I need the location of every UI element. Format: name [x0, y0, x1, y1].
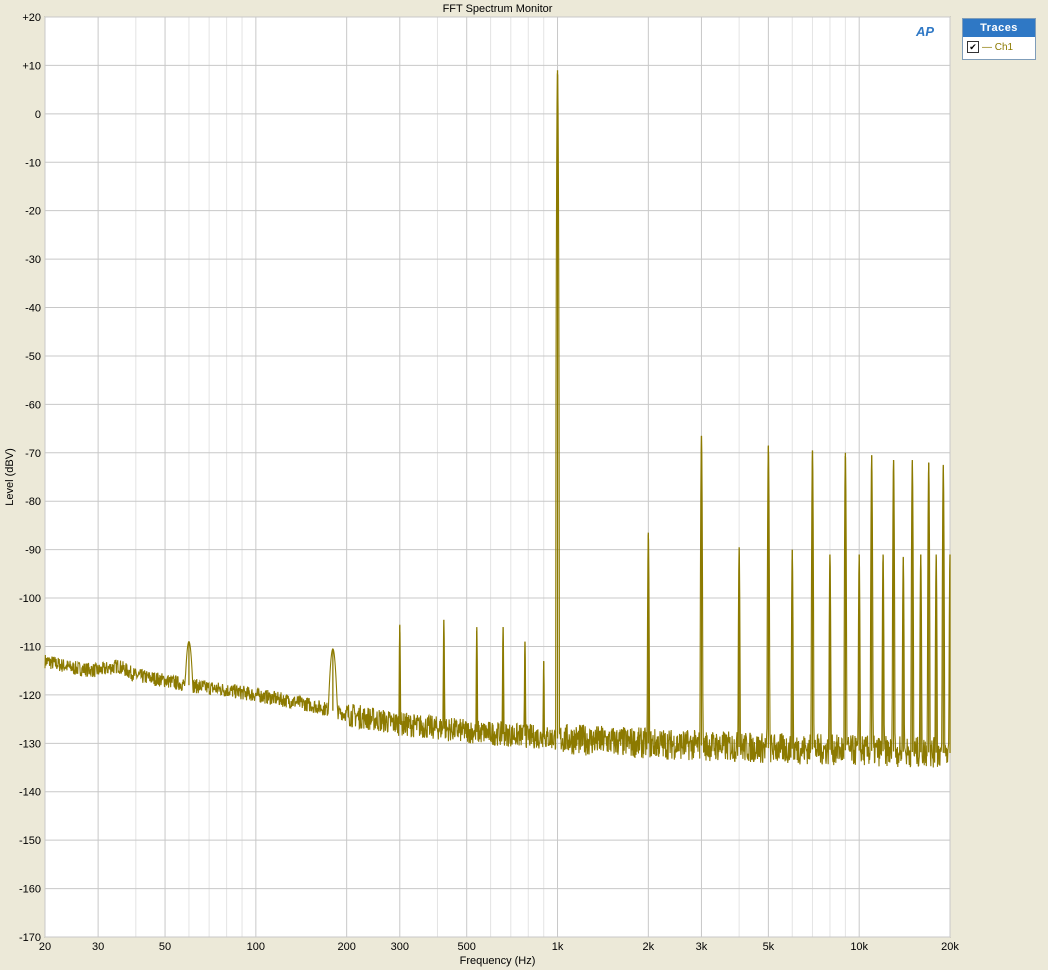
- x-tick-label: 200: [337, 941, 355, 953]
- traces-legend: Traces ✔ — Ch1: [962, 18, 1036, 60]
- y-tick-label: -90: [25, 545, 41, 557]
- y-tick-label: -100: [19, 593, 41, 605]
- legend-item-label: — Ch1: [982, 41, 1014, 53]
- plot-area: [44, 16, 951, 938]
- y-tick-label: -140: [19, 787, 41, 799]
- y-tick-label: -30: [25, 254, 41, 266]
- legend-header: Traces: [963, 19, 1035, 37]
- x-tick-label: 20: [39, 941, 51, 953]
- y-tick-label: -10: [25, 157, 41, 169]
- y-tick-label: +20: [22, 12, 41, 24]
- y-tick-label: -110: [20, 641, 41, 653]
- x-tick-label: 50: [159, 941, 171, 953]
- y-tick-label: 0: [35, 109, 41, 121]
- legend-item-ch1[interactable]: ✔ — Ch1: [963, 37, 1035, 57]
- x-tick-label: 10k: [850, 941, 868, 953]
- x-tick-label: 100: [247, 941, 265, 953]
- x-tick-label: 3k: [696, 941, 708, 953]
- chart-title: FFT Spectrum Monitor: [443, 3, 553, 15]
- y-tick-label: -40: [25, 303, 41, 315]
- y-tick-label: -70: [25, 448, 41, 460]
- ch1-checkbox[interactable]: ✔: [967, 41, 979, 53]
- x-tick-label: 500: [458, 941, 476, 953]
- y-axis-label: Level (dBV): [4, 448, 16, 505]
- y-tick-label: -80: [25, 496, 41, 508]
- chart-window: +20 +10 0 -10 -20 -30 -40 -50 -60 -70 -80 -90 -100 -1…: [0, 0, 1048, 970]
- y-tick-label: -130: [19, 738, 41, 750]
- y-tick-label: -160: [19, 884, 41, 896]
- y-tick-label: -20: [25, 206, 41, 218]
- y-tick-label: +10: [22, 60, 41, 72]
- fft-chart: +20 +10 0 -10 -20 -30 -40 -50 -60 -70 -80 -90 -100 -1…: [4, 3, 959, 967]
- y-tick-label: -170: [19, 932, 41, 944]
- y-tick-label: -50: [25, 351, 41, 363]
- ap-logo: AP: [916, 24, 935, 39]
- x-axis-label: Frequency (Hz): [460, 955, 536, 967]
- x-tick-label: 2k: [643, 941, 655, 953]
- y-tick-label: -60: [25, 399, 41, 411]
- y-tick-label: -150: [19, 835, 41, 847]
- x-tick-label: 5k: [763, 941, 775, 953]
- x-tick-label: 20k: [941, 941, 959, 953]
- y-tick-label: -120: [19, 690, 41, 702]
- x-tick-label: 300: [391, 941, 409, 953]
- x-tick-label: 1k: [552, 941, 564, 953]
- x-tick-label: 30: [92, 941, 104, 953]
